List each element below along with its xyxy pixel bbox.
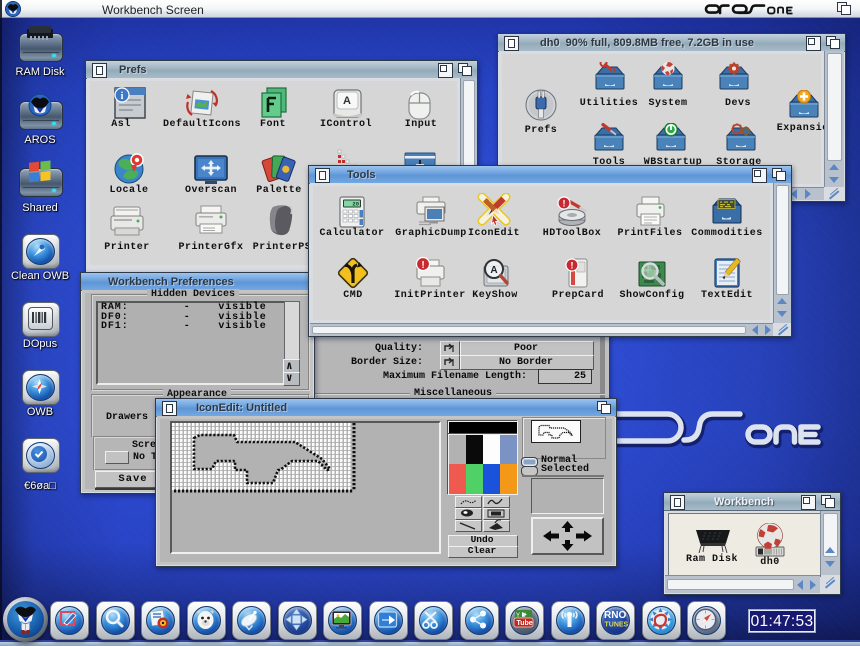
svg-text:i: i [121,91,124,102]
svg-text:20: 20 [352,201,359,208]
svg-text:A: A [343,95,351,107]
svg-text:TUNES: TUNES [605,622,629,629]
svg-text:RNO: RNO [604,610,626,621]
svg-text:!: ! [563,199,566,209]
svg-text:Tube: Tube [517,620,533,627]
svg-text:A: A [490,265,497,276]
svg-text:!: ! [570,261,573,272]
svg-text:!: ! [421,260,424,271]
